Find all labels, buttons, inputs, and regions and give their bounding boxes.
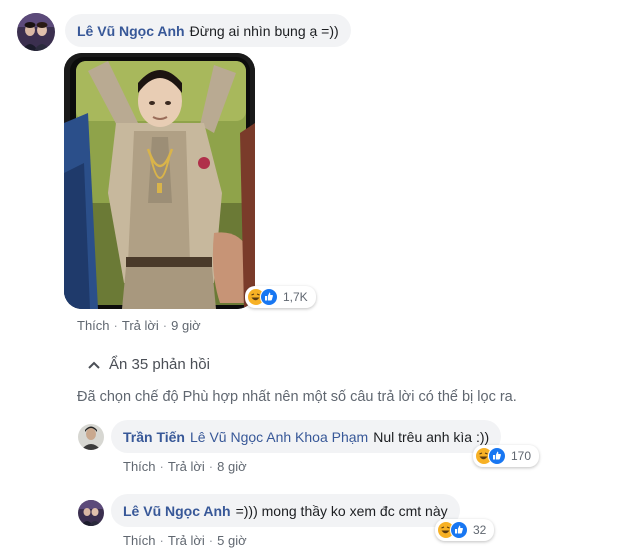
hide-replies-label: Ẩn 35 phản hồi xyxy=(109,356,210,373)
filter-note: Đã chọn chế độ Phù hợp nhất nên một số c… xyxy=(77,389,517,405)
timestamp[interactable]: 9 giờ xyxy=(171,318,201,333)
reply-bubble: Lê Vũ Ngọc Anh =))) mong thầy ko xem đc … xyxy=(111,494,460,527)
timestamp[interactable]: 5 giờ xyxy=(217,533,247,548)
reply-reactions[interactable]: 170 xyxy=(473,445,540,467)
reply-bubble: Trần Tiến Lê Vũ Ngọc Anh Khoa Phạm Nul t… xyxy=(111,420,502,453)
reply-author[interactable]: Lê Vũ Ngọc Anh xyxy=(123,502,231,520)
chevron-up-icon xyxy=(88,361,100,369)
avatar-reply-2[interactable] xyxy=(78,500,104,526)
separator: · xyxy=(208,459,214,474)
like-icon xyxy=(260,288,278,306)
reply-reactions[interactable]: 32 xyxy=(435,519,495,541)
reply-text: =))) mong thầy ko xem đc cmt này xyxy=(235,502,448,519)
comment-actions: Thích · Trả lời · 9 giờ xyxy=(77,318,201,333)
reply-link[interactable]: Trả lời xyxy=(168,459,205,474)
timestamp[interactable]: 8 giờ xyxy=(217,459,247,474)
reply-link[interactable]: Trả lời xyxy=(122,318,159,333)
separator: · xyxy=(162,318,168,333)
like-link[interactable]: Thích xyxy=(123,459,156,474)
like-icon xyxy=(450,521,468,539)
separator: · xyxy=(159,459,164,474)
reply-mention[interactable]: Lê Vũ Ngọc Anh Khoa Phạm xyxy=(190,428,368,446)
reply-author[interactable]: Trần Tiến xyxy=(123,428,185,446)
reply-actions: Thích · Trả lời · 8 giờ xyxy=(123,459,247,474)
comment-photo[interactable] xyxy=(64,53,255,309)
reaction-count: 32 xyxy=(473,523,487,537)
comment-author[interactable]: Lê Vũ Ngọc Anh xyxy=(77,22,185,40)
separator: · xyxy=(113,318,118,333)
hide-replies-toggle[interactable]: Ẩn 35 phản hồi xyxy=(88,356,210,373)
reply-text: Nul trêu anh kìa :)) xyxy=(373,428,490,445)
comment-text: Đừng ai nhìn bụng ạ =)) xyxy=(189,22,339,39)
reaction-count: 170 xyxy=(511,449,532,463)
separator: · xyxy=(208,533,214,548)
avatar-main[interactable] xyxy=(17,13,55,51)
like-icon xyxy=(488,447,506,465)
comment-reactions[interactable]: 1,7K xyxy=(245,286,316,308)
like-link[interactable]: Thích xyxy=(77,318,110,333)
avatar-reply-1[interactable] xyxy=(78,424,104,450)
reply-actions: Thích · Trả lời · 5 giờ xyxy=(123,533,247,548)
reply-link[interactable]: Trả lời xyxy=(168,533,205,548)
reaction-count: 1,7K xyxy=(283,290,308,304)
like-link[interactable]: Thích xyxy=(123,533,156,548)
separator: · xyxy=(159,533,164,548)
comment-bubble: Lê Vũ Ngọc Anh Đừng ai nhìn bụng ạ =)) xyxy=(65,14,351,47)
